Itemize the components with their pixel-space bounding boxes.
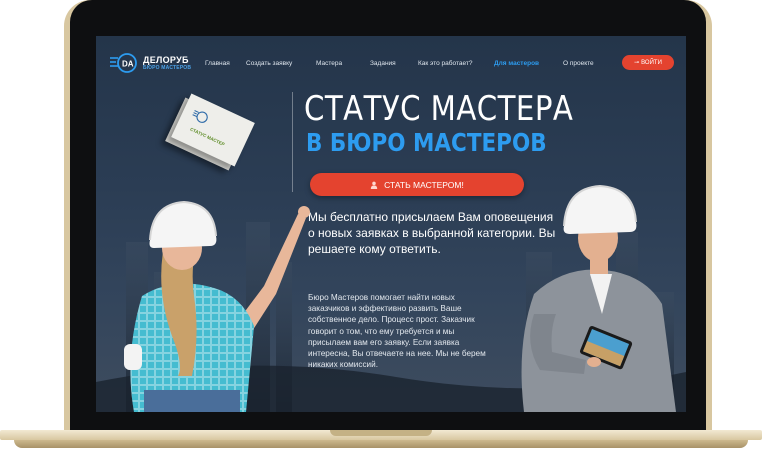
top-navigation: DA ДЕЛОРУБ БЮРО МАСТЕРОВ Главная Создать… [96,36,686,86]
key-icon: ⊸ [634,60,640,66]
card-logo-icon [192,110,208,123]
nav-item-about[interactable]: О проекте [563,60,594,67]
login-button[interactable]: ⊸ ВОЙТИ [622,55,674,70]
woman-worker-illustration [124,200,310,412]
nav-item-masters[interactable]: Мастера [316,60,342,67]
brand-logo[interactable]: DA ДЕЛОРУБ БЮРО МАСТЕРОВ [110,52,191,74]
become-master-button[interactable]: СТАТЬ МАСТЕРОМ! [310,173,524,196]
logo-icon: DA [110,52,138,74]
laptop-base-shadow [14,440,748,448]
screen: DA ДЕЛОРУБ БЮРО МАСТЕРОВ Главная Создать… [96,36,686,412]
become-master-label: СТАТЬ МАСТЕРОМ! [384,179,464,190]
nav-item-tasks[interactable]: Задания [370,60,396,67]
brand-subtitle: БЮРО МАСТЕРОВ [143,64,192,71]
nav-item-how-it-works[interactable]: Как это работает? [418,60,473,67]
hero-subheadline: В БЮРО МАСТЕРОВ [306,128,547,157]
man-worker-illustration [521,184,676,412]
user-icon [370,181,378,189]
nav-item-home[interactable]: Главная [205,60,230,67]
brand-name: ДЕЛОРУБ [143,54,189,65]
nav-item-for-masters[interactable]: Для мастеров [494,60,539,67]
nav-item-create-request[interactable]: Создать заявку [246,60,292,67]
hero-headline: СТАТУС МАСТЕРА [304,89,574,129]
login-label: ВОЙТИ [641,59,662,66]
svg-text:DA: DA [122,60,134,69]
laptop-notch [330,430,432,436]
business-card-text: СТАТУС МАСТЕР [189,126,226,147]
hero-body-text: Бюро Мастеров помогает найти новых заказ… [308,293,486,370]
